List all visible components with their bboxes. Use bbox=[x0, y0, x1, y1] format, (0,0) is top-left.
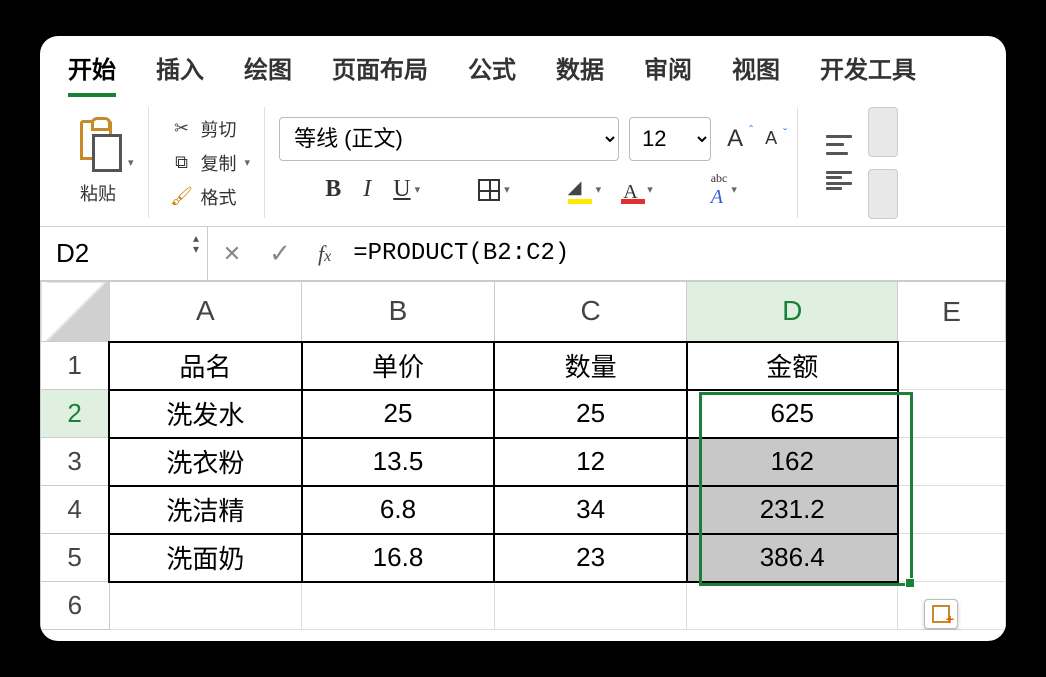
tab-data[interactable]: 数据 bbox=[556, 46, 604, 97]
copy-button[interactable]: ⧉ 复制 ▾ bbox=[171, 150, 251, 176]
cut-button[interactable]: ✂ 剪切 bbox=[171, 116, 251, 142]
align-center-button[interactable] bbox=[868, 169, 898, 219]
font-size-select[interactable]: 12 bbox=[629, 117, 711, 161]
row-header-3[interactable]: 3 bbox=[41, 438, 110, 486]
select-all-corner[interactable] bbox=[41, 282, 110, 342]
cell-C6[interactable] bbox=[494, 582, 686, 630]
paste-label: 粘贴 bbox=[80, 180, 116, 206]
copy-dropdown-icon: ▾ bbox=[245, 156, 251, 169]
cell-E1[interactable] bbox=[898, 342, 1006, 390]
col-header-E[interactable]: E bbox=[898, 282, 1006, 342]
name-box-value: D2 bbox=[56, 238, 89, 269]
paste-options-button[interactable] bbox=[924, 599, 958, 629]
cell-A6[interactable] bbox=[109, 582, 301, 630]
format-painter-button[interactable]: 🖌 格式 bbox=[171, 184, 251, 210]
paste-options-icon bbox=[932, 605, 950, 623]
cell-D4[interactable]: 231.2 bbox=[687, 486, 898, 534]
tab-draw[interactable]: 绘图 bbox=[244, 46, 292, 97]
copy-label: 复制 bbox=[201, 150, 237, 176]
cell-E3[interactable] bbox=[898, 438, 1006, 486]
cell-D5[interactable]: 386.4 bbox=[687, 534, 898, 582]
borders-button[interactable]: ▾ bbox=[478, 179, 510, 201]
row-header-5[interactable]: 5 bbox=[41, 534, 110, 582]
cell-C1[interactable]: 数量 bbox=[494, 342, 686, 390]
cell-B3[interactable]: 13.5 bbox=[302, 438, 495, 486]
align-top-button[interactable] bbox=[826, 135, 852, 155]
increase-font-size-button[interactable]: Aˆ bbox=[721, 125, 749, 153]
name-box-stepper[interactable]: ▴▾ bbox=[193, 233, 199, 255]
cell-B5[interactable]: 16.8 bbox=[302, 534, 495, 582]
cell-A4[interactable]: 洗洁精 bbox=[109, 486, 301, 534]
font-color-icon: A bbox=[623, 178, 643, 202]
row-header-1[interactable]: 1 bbox=[41, 342, 110, 390]
paste-dropdown[interactable]: ▾ bbox=[128, 156, 134, 169]
formula-bar: D2 ▴▾ ✕ ✓ fx bbox=[40, 227, 1006, 281]
paste-button[interactable]: 粘贴 bbox=[74, 120, 122, 206]
tab-developer[interactable]: 开发工具 bbox=[820, 46, 916, 97]
cut-label: 剪切 bbox=[201, 116, 237, 142]
copy-icon: ⧉ bbox=[171, 152, 193, 174]
phonetic-icon: abcA bbox=[711, 171, 728, 209]
row-header-2[interactable]: 2 bbox=[41, 390, 110, 438]
cell-C5[interactable]: 23 bbox=[494, 534, 686, 582]
cell-A2[interactable]: 洗发水 bbox=[109, 390, 301, 438]
tab-home[interactable]: 开始 bbox=[68, 46, 116, 97]
cell-E5[interactable] bbox=[898, 534, 1006, 582]
cell-C4[interactable]: 34 bbox=[494, 486, 686, 534]
row-header-4[interactable]: 4 bbox=[41, 486, 110, 534]
cell-A3[interactable]: 洗衣粉 bbox=[109, 438, 301, 486]
decrease-font-size-button[interactable]: Aˇ bbox=[759, 128, 783, 149]
font-color-button[interactable]: A ▾ bbox=[623, 178, 653, 202]
ribbon-tabs: 开始 插入 绘图 页面布局 公式 数据 审阅 视图 开发工具 bbox=[40, 36, 1006, 97]
tab-formulas[interactable]: 公式 bbox=[468, 46, 516, 97]
fx-icon[interactable]: fx bbox=[304, 241, 345, 267]
cell-A1[interactable]: 品名 bbox=[109, 342, 301, 390]
cell-C2[interactable]: 25 bbox=[494, 390, 686, 438]
fill-color-button[interactable]: ◢ ▾ bbox=[568, 180, 602, 200]
cell-C3[interactable]: 12 bbox=[494, 438, 686, 486]
ribbon-body: 粘贴 ▾ ✂ 剪切 ⧉ 复制 ▾ 🖌 格式 bbox=[40, 97, 1006, 227]
paste-icon bbox=[74, 120, 122, 176]
cell-D6[interactable] bbox=[687, 582, 898, 630]
cell-D1[interactable]: 金额 bbox=[687, 342, 898, 390]
cell-D2[interactable]: 625 bbox=[687, 390, 898, 438]
cancel-formula-button[interactable]: ✕ bbox=[208, 241, 256, 267]
bold-button[interactable]: B bbox=[325, 176, 341, 203]
align-left-button[interactable] bbox=[826, 171, 852, 191]
formula-input[interactable] bbox=[345, 240, 1006, 267]
cell-D3[interactable]: 162 bbox=[687, 438, 898, 486]
col-header-B[interactable]: B bbox=[302, 282, 495, 342]
col-header-D[interactable]: D bbox=[687, 282, 898, 342]
row-header-6[interactable]: 6 bbox=[41, 582, 110, 630]
brush-icon: 🖌 bbox=[171, 186, 193, 208]
cell-E4[interactable] bbox=[898, 486, 1006, 534]
tab-page-layout[interactable]: 页面布局 bbox=[332, 46, 428, 97]
format-painter-label: 格式 bbox=[201, 184, 237, 210]
align-middle-button[interactable] bbox=[868, 107, 898, 157]
cell-B1[interactable]: 单价 bbox=[302, 342, 495, 390]
spreadsheet-grid[interactable]: A B C D E 1 品名 单价 数量 金额 2 洗发水 25 25 625 bbox=[40, 281, 1006, 630]
underline-button[interactable]: U▾ bbox=[393, 176, 420, 203]
cell-B4[interactable]: 6.8 bbox=[302, 486, 495, 534]
cell-B2[interactable]: 25 bbox=[302, 390, 495, 438]
enter-formula-button[interactable]: ✓ bbox=[256, 238, 304, 269]
font-name-select[interactable]: 等线 (正文) bbox=[279, 117, 619, 161]
col-header-A[interactable]: A bbox=[109, 282, 301, 342]
tab-view[interactable]: 视图 bbox=[732, 46, 780, 97]
cell-E2[interactable] bbox=[898, 390, 1006, 438]
name-box[interactable]: D2 ▴▾ bbox=[40, 227, 208, 280]
col-header-C[interactable]: C bbox=[494, 282, 686, 342]
phonetic-guide-button[interactable]: abcA ▾ bbox=[711, 171, 737, 209]
scissors-icon: ✂ bbox=[171, 118, 193, 140]
borders-icon bbox=[478, 179, 500, 201]
cell-B6[interactable] bbox=[302, 582, 495, 630]
fill-bucket-icon: ◢ bbox=[568, 180, 592, 200]
tab-review[interactable]: 审阅 bbox=[644, 46, 692, 97]
italic-button[interactable]: I bbox=[363, 176, 371, 203]
tab-insert[interactable]: 插入 bbox=[156, 46, 204, 97]
cell-A5[interactable]: 洗面奶 bbox=[109, 534, 301, 582]
